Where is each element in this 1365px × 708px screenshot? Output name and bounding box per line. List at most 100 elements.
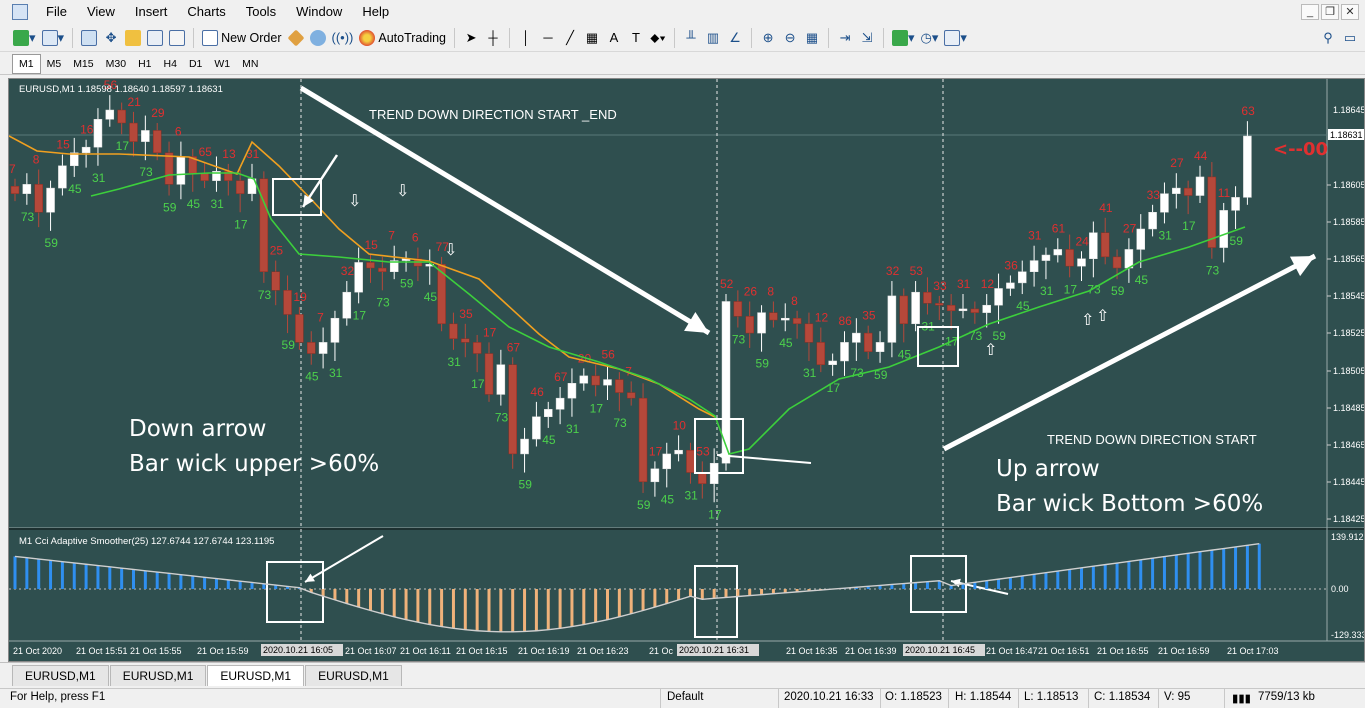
menu-file[interactable]: File: [36, 0, 77, 24]
zoom-out-icon[interactable]: ⊖: [779, 27, 801, 49]
candle-bottom-label: 45: [1135, 273, 1149, 287]
terminal-icon[interactable]: [144, 27, 166, 49]
menu-view[interactable]: View: [77, 0, 125, 24]
cursor-icon[interactable]: ➤: [460, 27, 482, 49]
candle-body: [105, 109, 115, 120]
candle-top-label: 29: [151, 106, 165, 120]
chart-canvas[interactable]: 1.18605 1.18585 1.18565 1.18545 1.18525 1.185…: [9, 79, 1364, 661]
vps-icon[interactable]: ((•)): [329, 27, 357, 49]
candle-body: [626, 392, 636, 399]
candle-top-label: 27: [1170, 156, 1184, 170]
vertical-line-icon[interactable]: │: [515, 27, 537, 49]
candle-body: [1112, 256, 1122, 269]
candle-bottom-label: 73: [139, 165, 153, 179]
text-label-icon[interactable]: T: [625, 27, 647, 49]
candle-body: [1089, 232, 1098, 259]
candle-body: [1065, 249, 1074, 267]
candle-bottom-label: 59: [1230, 234, 1244, 248]
zoom-in-icon[interactable]: ⊕: [757, 27, 779, 49]
status-open: O: 1.18523: [885, 691, 942, 703]
candle-bottom-label: 73: [613, 416, 627, 430]
new-chart-icon[interactable]: ▾: [10, 27, 39, 49]
candle-body: [852, 332, 861, 343]
crosshair-icon[interactable]: ┼: [482, 27, 504, 49]
candle-bottom-label: 31: [92, 171, 106, 185]
chart-tab-1[interactable]: EURUSD,M1: [12, 665, 109, 686]
account-icon[interactable]: ▭: [1339, 27, 1361, 49]
candle-bottom-label: 31: [566, 422, 580, 436]
text-icon[interactable]: A: [603, 27, 625, 49]
data-window-icon[interactable]: ✥: [100, 27, 122, 49]
candle-body: [863, 332, 873, 352]
menu-help[interactable]: Help: [352, 0, 399, 24]
profiles-icon[interactable]: ▾: [39, 27, 68, 49]
bar-chart-icon[interactable]: ╨: [680, 27, 702, 49]
menu-tools[interactable]: Tools: [236, 0, 286, 24]
templates-icon[interactable]: ▾: [941, 27, 970, 49]
menu-insert[interactable]: Insert: [125, 0, 178, 24]
chart-tab-4[interactable]: EURUSD,M1: [305, 665, 402, 686]
menu-window[interactable]: Window: [286, 0, 352, 24]
horizontal-line-icon[interactable]: ─: [537, 27, 559, 49]
channel-icon[interactable]: ▦: [581, 27, 603, 49]
close-icon[interactable]: ✕: [1341, 4, 1359, 20]
tf-mn[interactable]: MN: [236, 55, 264, 73]
chart-window[interactable]: 1.18605 1.18585 1.18565 1.18545 1.18525 1.185…: [8, 78, 1365, 662]
chart-shift-icon[interactable]: ⇥: [834, 27, 856, 49]
line-chart-icon[interactable]: ∠: [724, 27, 746, 49]
tf-h4[interactable]: H4: [158, 55, 183, 73]
periods-icon[interactable]: ◷▾: [918, 27, 942, 49]
market-watch-icon[interactable]: [78, 27, 100, 49]
candle-bottom-label: 45: [187, 197, 201, 211]
candlestick-icon[interactable]: ▥: [702, 27, 724, 49]
autotrading-button[interactable]: AutoTrading: [356, 27, 449, 49]
candle-bottom-label: 45: [424, 290, 438, 304]
candle-top-label: 24: [1076, 234, 1090, 248]
signals-icon[interactable]: [307, 27, 329, 49]
tf-m5[interactable]: M5: [41, 55, 68, 73]
autoscroll-icon[interactable]: ⇲: [856, 27, 878, 49]
restore-icon[interactable]: ❐: [1321, 4, 1339, 20]
time-axis-label: 21 Oct 15:51: [76, 646, 128, 656]
time-axis-label: 21 Oct 16:15: [456, 646, 508, 656]
tf-m30[interactable]: M30: [100, 55, 132, 73]
new-order-button[interactable]: New Order: [199, 27, 284, 49]
up-arrow-desc: Bar wick Bottom >60%: [996, 491, 1263, 517]
candle-top-label: 46: [530, 385, 544, 399]
tf-m15[interactable]: M15: [67, 55, 99, 73]
up-signal-icon: ⇧: [984, 340, 997, 359]
window-controls: _ ❐ ✕: [1301, 4, 1365, 20]
menu-charts[interactable]: Charts: [177, 0, 235, 24]
candle-bottom-label: 73: [376, 295, 390, 309]
candle-body: [117, 109, 126, 124]
tf-w1[interactable]: W1: [208, 55, 236, 73]
time-axis-label: 21 Oct 15:55: [130, 646, 182, 656]
candle-body: [1029, 260, 1039, 272]
tf-m1[interactable]: M1: [12, 53, 41, 74]
tf-h1[interactable]: H1: [132, 55, 157, 73]
tester-icon[interactable]: [166, 27, 188, 49]
trendline-icon[interactable]: ╱: [559, 27, 581, 49]
tile-windows-icon[interactable]: ▦: [801, 27, 823, 49]
candle-body: [911, 291, 920, 325]
search-icon[interactable]: ⚲: [1317, 27, 1339, 49]
up-signal-icon: ⇧: [1081, 310, 1094, 329]
time-axis-label: 21 Oct 15:59: [197, 646, 249, 656]
candle-bottom-label: 45: [542, 433, 556, 447]
time-axis-label: 21 Oct 16:39: [845, 646, 897, 656]
status-profile: Default: [667, 691, 704, 703]
candle-body: [899, 295, 908, 325]
navigator-icon[interactable]: [122, 27, 144, 49]
candle-body: [1231, 197, 1240, 211]
minimize-icon[interactable]: _: [1301, 4, 1319, 20]
metaeditor-icon[interactable]: [285, 27, 307, 49]
shapes-icon[interactable]: ⬥▾: [647, 27, 669, 49]
tf-d1[interactable]: D1: [183, 55, 208, 73]
indicators-icon[interactable]: ▾: [889, 27, 918, 49]
chart-tab-3[interactable]: EURUSD,M1: [207, 665, 305, 686]
indicator-header: M1 Cci Adaptive Smoother(25) 127.6744 12…: [19, 536, 274, 547]
price-tick-label: 1.18545: [1333, 291, 1364, 301]
candle-top-label: 11: [1218, 186, 1231, 200]
chart-tab-2[interactable]: EURUSD,M1: [109, 665, 207, 686]
candle-top-label: 6: [175, 125, 182, 139]
